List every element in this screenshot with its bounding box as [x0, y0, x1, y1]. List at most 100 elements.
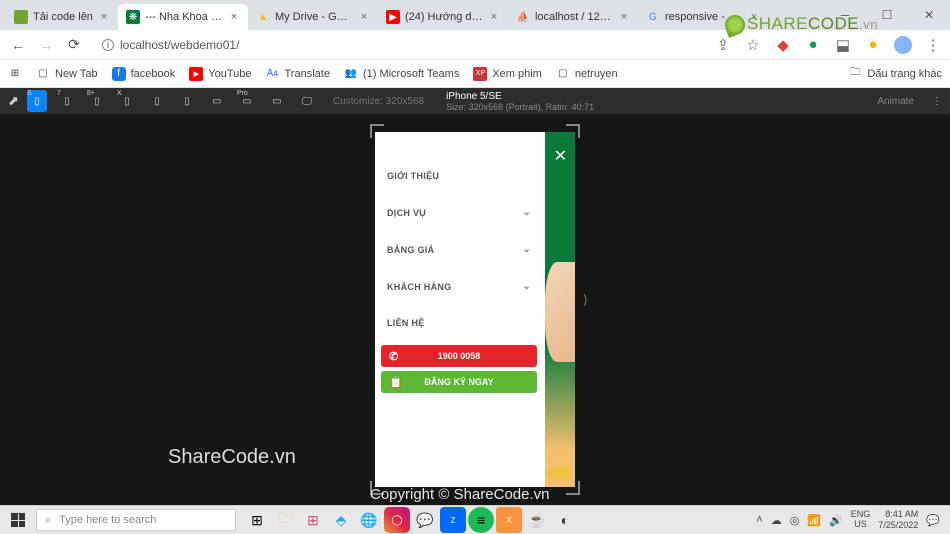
- chrome-icon[interactable]: 🌐: [356, 507, 382, 533]
- devtools-menu-icon[interactable]: ⋮: [932, 96, 942, 107]
- bookmark-item[interactable]: XPXem phim: [473, 67, 542, 81]
- system-tray: ˄ ☁ ◎ 📶 🔊 ENGUS 8:41 AM 7/25/2022 💬: [756, 509, 950, 531]
- clipboard-icon: 📋: [389, 376, 403, 389]
- menu-icon[interactable]: ⋮: [924, 36, 942, 54]
- menu-item-gioithieu[interactable]: GIỚI THIỆU: [375, 158, 543, 194]
- start-button[interactable]: [0, 506, 36, 534]
- bookmark-item[interactable]: ffacebook: [112, 67, 176, 81]
- profile-icon[interactable]: [894, 36, 912, 54]
- close-icon[interactable]: ×: [618, 11, 630, 23]
- register-button[interactable]: 📋 ĐĂNG KÝ NGAY: [381, 371, 537, 393]
- watermark-text: ShareCode.vn: [168, 446, 296, 469]
- tab-favicon: ⛵: [516, 10, 530, 24]
- back-button[interactable]: ←: [8, 35, 28, 55]
- apps-button[interactable]: ⊞: [8, 67, 22, 81]
- messenger-icon[interactable]: 💬: [412, 507, 438, 533]
- tab-favicon: [14, 10, 28, 24]
- search-icon: ⌕: [45, 514, 51, 527]
- close-icon[interactable]: ×: [358, 11, 370, 23]
- phone-icon: ✆: [389, 350, 398, 363]
- tray-chevron-icon[interactable]: ˄: [756, 514, 762, 526]
- taskbar-apps: ⊞ 🗀 ⊞ ⬘ 🌐 ◯ 💬 Z ≡ X ☕ ◐: [244, 507, 578, 533]
- extension-icon[interactable]: ●: [804, 36, 822, 54]
- windows-logo-icon: [11, 513, 25, 527]
- resize-handle-icon[interactable]: ⟩: [583, 292, 588, 308]
- app-icon[interactable]: ☕: [524, 507, 550, 533]
- bookmark-item[interactable]: 🗛Translate: [266, 67, 330, 81]
- task-view-icon[interactable]: ⊞: [244, 507, 270, 533]
- mobile-menu: GIỚI THIỆU DỊCH VỤ ⌄ BẢNG GIÁ ⌄ KHÁCH HÀ…: [375, 132, 543, 487]
- inspect-icon[interactable]: ⬈: [8, 93, 19, 109]
- wifi-icon[interactable]: 📶: [807, 514, 821, 527]
- page-element: [549, 467, 571, 479]
- vscode-icon[interactable]: ⬘: [328, 507, 354, 533]
- device-info: iPhone 5/SE Size: 320x568 (Portrait), Ra…: [446, 91, 594, 112]
- menu-item-lienhe[interactable]: LIÊN HỆ: [375, 305, 543, 341]
- app-icon[interactable]: ⊞: [300, 507, 326, 533]
- tab-title: My Drive - Google Drive: [275, 11, 353, 23]
- bookmark-item[interactable]: ▶YouTube: [189, 67, 251, 81]
- close-icon[interactable]: ×: [488, 11, 500, 23]
- instagram-icon[interactable]: ◯: [384, 507, 410, 533]
- chevron-down-icon: ⌄: [522, 244, 531, 255]
- explorer-icon[interactable]: 🗀: [272, 507, 298, 533]
- bookmark-item[interactable]: ▢New Tab: [36, 67, 98, 81]
- bookmark-item[interactable]: 👥(1) Microsoft Teams: [344, 67, 459, 81]
- browser-tab[interactable]: Tải code lên ×: [6, 4, 118, 30]
- close-icon[interactable]: ×: [228, 11, 240, 23]
- tab-title: Tải code lên: [33, 11, 93, 23]
- close-menu-icon[interactable]: ✕: [554, 146, 567, 166]
- forward-button[interactable]: →: [36, 35, 56, 55]
- device-preset-desktop[interactable]: 🖵: [297, 90, 317, 112]
- devtools-device-toolbar: ⬈ S▯ 7▯ 8+▯ X▯ ▯ ▯ ▭ Pro▭ ▭ 🖵 Customize:…: [0, 88, 950, 114]
- menu-item-dichvu[interactable]: DỊCH VỤ ⌄: [375, 194, 543, 231]
- bookmarks-bar: ⊞ ▢New Tab ffacebook ▶YouTube 🗛Translate…: [0, 60, 950, 88]
- close-icon[interactable]: ×: [98, 11, 110, 23]
- device-preset[interactable]: ▯: [177, 90, 197, 112]
- sharecode-logo: SHARECODE.vn: [725, 14, 878, 35]
- extension-icon[interactable]: ⬓: [834, 36, 852, 54]
- device-preset[interactable]: ▯: [147, 90, 167, 112]
- volume-icon[interactable]: 🔊: [829, 514, 843, 527]
- language-indicator[interactable]: ENGUS: [851, 510, 871, 530]
- tab-title: localhost / 127.0.0.1 / nha: [535, 11, 613, 23]
- tray-icon[interactable]: ◎: [790, 514, 800, 527]
- bookmarks-overflow[interactable]: 🗀Dấu trang khác: [848, 67, 942, 81]
- url-text: localhost/webdemo01/: [120, 38, 239, 52]
- taskbar-clock[interactable]: 8:41 AM 7/25/2022: [878, 509, 918, 531]
- browser-tab[interactable]: ▲ My Drive - Google Drive ×: [248, 4, 378, 30]
- taskbar-search[interactable]: ⌕ Type here to search: [36, 509, 236, 531]
- device-preset[interactable]: ▭: [207, 90, 227, 112]
- tab-favicon: ▶: [386, 10, 400, 24]
- url-input[interactable]: i localhost/webdemo01/: [92, 35, 706, 55]
- bookmark-star-icon[interactable]: ☆: [744, 36, 762, 54]
- phone-button[interactable]: ✆ 1900 0058: [381, 345, 537, 367]
- customize-label: Customize: 320x568: [333, 96, 424, 107]
- spotify-icon[interactable]: ≡: [468, 507, 494, 533]
- app-icon[interactable]: ◐: [552, 507, 578, 533]
- menu-item-banggia[interactable]: BẢNG GIÁ ⌄: [375, 231, 543, 268]
- watermark-copyright: Copyright © ShareCode.vn: [370, 486, 549, 503]
- xampp-icon[interactable]: X: [496, 507, 522, 533]
- device-preset[interactable]: ▭: [267, 90, 287, 112]
- zalo-icon[interactable]: Z: [440, 507, 466, 533]
- notifications-icon[interactable]: 💬: [926, 514, 940, 527]
- windows-taskbar: ⌕ Type here to search ⊞ 🗀 ⊞ ⬘ 🌐 ◯ 💬 Z ≡ …: [0, 505, 950, 534]
- browser-tab[interactable]: ⛵ localhost / 127.0.0.1 / nha ×: [508, 4, 638, 30]
- tab-favicon: ▲: [256, 10, 270, 24]
- onedrive-icon[interactable]: ☁: [771, 514, 782, 527]
- bookmark-item[interactable]: ▢netruyen: [556, 67, 618, 81]
- browser-tab-active[interactable]: ❋ --- Nha Khoa Gia Đình - Hệ ×: [118, 4, 248, 30]
- extension-icon[interactable]: ●: [864, 36, 882, 54]
- chevron-down-icon: ⌄: [522, 281, 531, 292]
- close-button[interactable]: ✕: [908, 0, 950, 30]
- menu-item-khachhang[interactable]: KHÁCH HÀNG ⌄: [375, 268, 543, 305]
- tab-title: --- Nha Khoa Gia Đình - Hệ: [145, 11, 223, 23]
- browser-tab[interactable]: ▶ (24) Hướng dẫn cài đặt ful ×: [378, 4, 508, 30]
- reload-button[interactable]: ⟳: [64, 35, 84, 55]
- animate-toggle[interactable]: Animate: [877, 96, 914, 107]
- extension-icon[interactable]: ◆: [774, 36, 792, 54]
- site-info-icon[interactable]: i: [102, 39, 114, 51]
- tab-favicon: G: [646, 10, 660, 24]
- share-icon[interactable]: ⇪: [714, 36, 732, 54]
